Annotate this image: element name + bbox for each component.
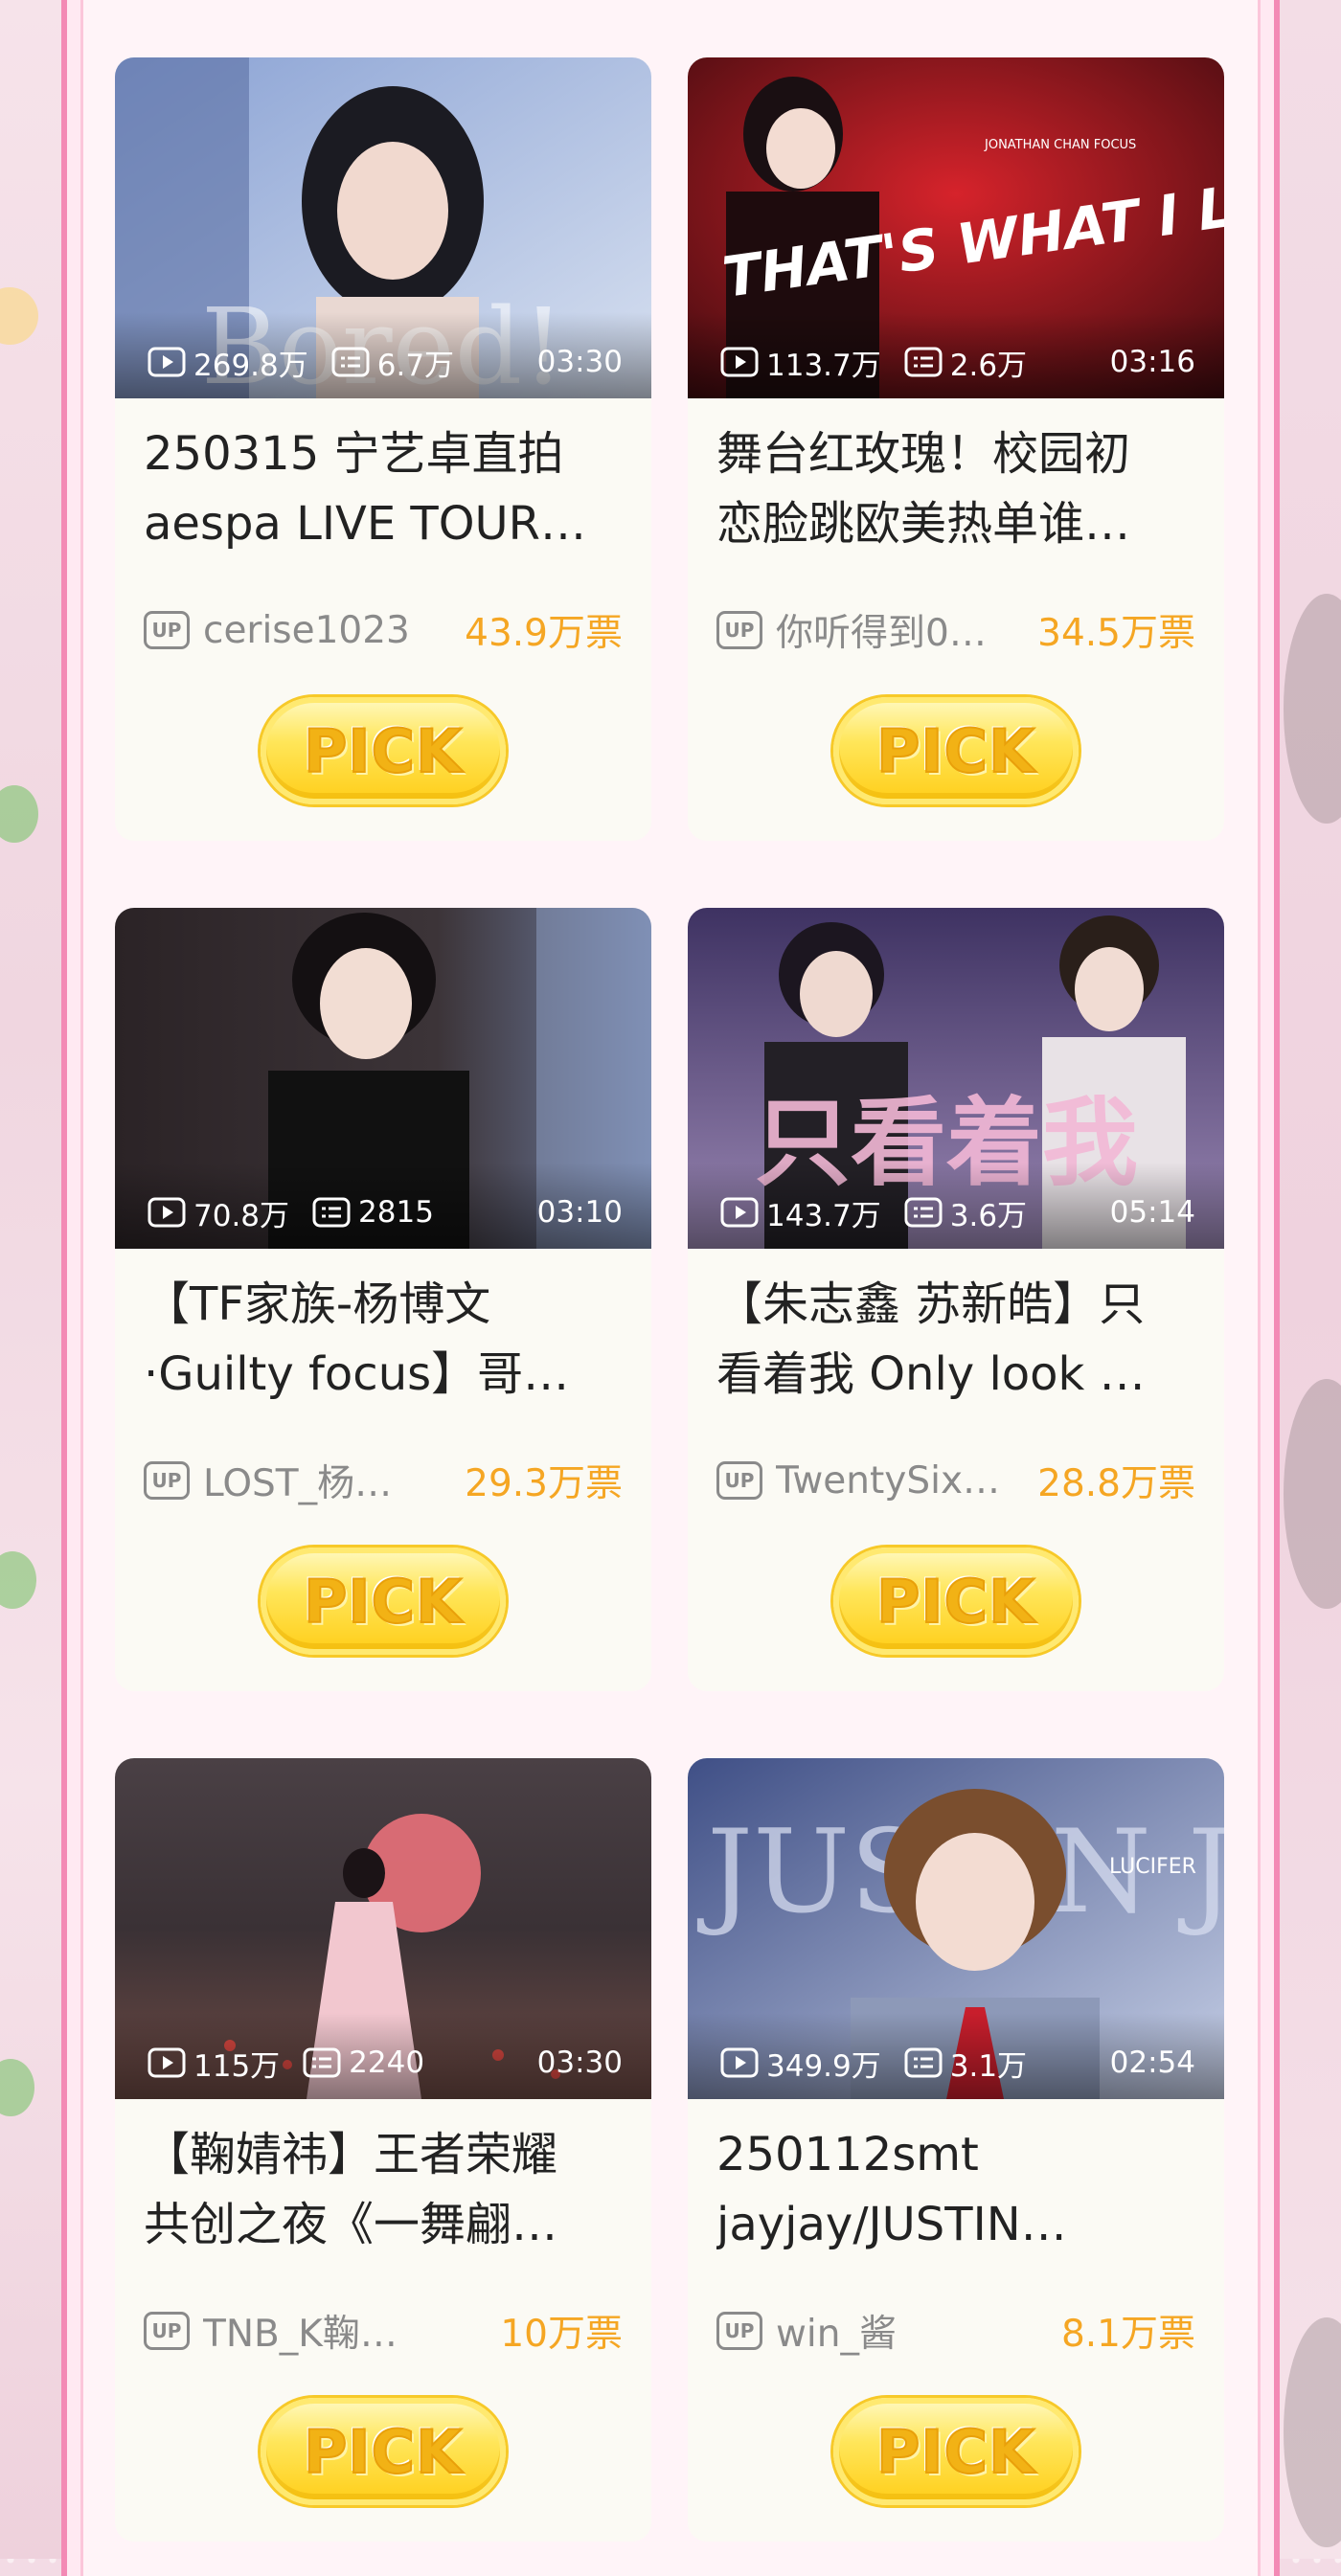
video-card[interactable]: 只看着我 143.7万 3.6万 05:14 【朱志鑫 苏新皓】只 看着我 On… bbox=[688, 908, 1224, 1691]
danmaku-icon bbox=[303, 2047, 341, 2078]
danmaku-icon bbox=[904, 1197, 943, 1228]
play-icon bbox=[148, 2047, 186, 2078]
up-badge-icon: UP bbox=[716, 1461, 762, 1500]
video-card[interactable]: 115万 2240 03:30 【鞠婧祎】王者荣耀 共创之夜《一舞翩… UP T… bbox=[115, 1758, 651, 2542]
danmaku-icon bbox=[312, 1197, 351, 1228]
comment-count: 3.1万 bbox=[904, 2042, 1027, 2085]
up-badge-icon: UP bbox=[144, 611, 190, 649]
video-duration: 05:14 bbox=[1109, 1195, 1195, 1230]
vote-count: 28.8万票 bbox=[1037, 1462, 1195, 1505]
uploader-name[interactable]: TwentySix… bbox=[776, 1459, 1024, 1503]
video-stats: 349.9万 3.1万 02:54 bbox=[720, 2042, 1195, 2085]
video-title[interactable]: 舞台红玫瑰！校园初 恋脸跳欧美热单谁… bbox=[716, 419, 1195, 559]
video-meta: UP win_酱 8.1万票 bbox=[716, 2302, 1195, 2360]
right-decoration bbox=[1274, 0, 1341, 2559]
uploader-name[interactable]: cerise1023 bbox=[203, 609, 451, 652]
video-title[interactable]: 【朱志鑫 苏新皓】只 看着我 Only look … bbox=[716, 1270, 1195, 1410]
view-count: 70.8万 bbox=[148, 1191, 289, 1234]
video-duration: 03:10 bbox=[536, 1195, 623, 1230]
comment-count: 3.6万 bbox=[904, 1191, 1027, 1234]
video-thumbnail[interactable]: 70.8万 2815 03:10 bbox=[115, 908, 651, 1249]
video-meta: UP 你听得到0… 34.5万票 bbox=[716, 601, 1195, 659]
thumbnail-subcaption: JONATHAN CHAN FOCUS bbox=[984, 138, 1136, 152]
comment-count: 2240 bbox=[303, 2045, 424, 2080]
danmaku-icon bbox=[331, 347, 370, 377]
comment-count: 6.7万 bbox=[331, 341, 454, 384]
video-title[interactable]: 【TF家族-杨博文 ·Guilty focus】哥… bbox=[144, 1270, 623, 1410]
play-icon bbox=[148, 1197, 186, 1228]
thumbnail-subcaption: LUCIFER bbox=[1109, 1855, 1196, 1879]
vote-count: 43.9万票 bbox=[465, 612, 623, 655]
view-count: 269.8万 bbox=[148, 341, 308, 384]
view-count: 349.9万 bbox=[720, 2042, 881, 2085]
video-duration: 02:54 bbox=[1109, 2045, 1195, 2080]
up-badge-icon: UP bbox=[716, 611, 762, 649]
pick-button[interactable]: PICK bbox=[833, 2398, 1079, 2505]
video-stats: 70.8万 2815 03:10 bbox=[148, 1191, 623, 1234]
vote-count: 8.1万票 bbox=[1060, 2313, 1195, 2356]
play-icon bbox=[720, 347, 759, 377]
video-stats: 113.7万 2.6万 03:16 bbox=[720, 341, 1195, 384]
danmaku-icon bbox=[904, 347, 943, 377]
video-stats: 143.7万 3.6万 05:14 bbox=[720, 1191, 1195, 1234]
pick-button[interactable]: PICK bbox=[261, 2398, 506, 2505]
pick-button[interactable]: PICK bbox=[833, 1548, 1079, 1655]
video-title[interactable]: 【鞠婧祎】王者荣耀 共创之夜《一舞翩… bbox=[144, 2120, 623, 2260]
view-count: 113.7万 bbox=[720, 341, 881, 384]
video-stats: 269.8万 6.7万 03:30 bbox=[148, 341, 623, 384]
up-badge-icon: UP bbox=[144, 1461, 190, 1500]
video-duration: 03:30 bbox=[536, 345, 623, 379]
pick-button[interactable]: PICK bbox=[833, 697, 1079, 804]
video-thumbnail[interactable]: Bored! 269.8万 6.7万 03:30 bbox=[115, 57, 651, 398]
vote-count: 34.5万票 bbox=[1037, 612, 1195, 655]
video-duration: 03:16 bbox=[1109, 345, 1195, 379]
video-title[interactable]: 250112smt jayjay/JUSTIN… bbox=[716, 2120, 1195, 2260]
uploader-name[interactable]: win_酱 bbox=[776, 2304, 1048, 2358]
video-card[interactable]: Bored! 269.8万 6.7万 03:30 250315 宁艺卓直拍 ae… bbox=[115, 57, 651, 841]
video-meta: UP LOST_杨… 29.3万票 bbox=[144, 1452, 623, 1509]
danmaku-icon bbox=[904, 2047, 943, 2078]
view-count: 115万 bbox=[148, 2042, 280, 2085]
video-stats: 115万 2240 03:30 bbox=[148, 2042, 623, 2085]
video-card[interactable]: JUSTIN JAY LUCIFER 349.9万 3.1万 02:54 250… bbox=[688, 1758, 1224, 2542]
play-icon bbox=[720, 2047, 759, 2078]
play-icon bbox=[148, 347, 186, 377]
video-thumbnail[interactable]: 只看着我 143.7万 3.6万 05:14 bbox=[688, 908, 1224, 1249]
uploader-name[interactable]: LOST_杨… bbox=[203, 1454, 451, 1507]
play-icon bbox=[720, 1197, 759, 1228]
comment-count: 2.6万 bbox=[904, 341, 1027, 384]
video-meta: UP TNB_K鞠… 10万票 bbox=[144, 2302, 623, 2360]
video-thumbnail[interactable]: JONATHAN CHAN FOCUS THAT'S WHAT I LIKE 1… bbox=[688, 57, 1224, 398]
video-card[interactable]: 70.8万 2815 03:10 【TF家族-杨博文 ·Guilty focus… bbox=[115, 908, 651, 1691]
uploader-name[interactable]: 你听得到0… bbox=[776, 603, 1024, 657]
left-decoration bbox=[0, 0, 67, 2559]
up-badge-icon: UP bbox=[144, 2312, 190, 2350]
pick-button[interactable]: PICK bbox=[261, 1548, 506, 1655]
view-count: 143.7万 bbox=[720, 1191, 881, 1234]
video-card[interactable]: JONATHAN CHAN FOCUS THAT'S WHAT I LIKE 1… bbox=[688, 57, 1224, 841]
video-meta: UP cerise1023 43.9万票 bbox=[144, 601, 623, 659]
video-meta: UP TwentySix… 28.8万票 bbox=[716, 1452, 1195, 1509]
video-thumbnail[interactable]: 115万 2240 03:30 bbox=[115, 1758, 651, 2099]
video-title[interactable]: 250315 宁艺卓直拍 aespa LIVE TOUR… bbox=[144, 419, 623, 559]
pick-button[interactable]: PICK bbox=[261, 697, 506, 804]
video-thumbnail[interactable]: JUSTIN JAY LUCIFER 349.9万 3.1万 02:54 bbox=[688, 1758, 1224, 2099]
video-duration: 03:30 bbox=[536, 2045, 623, 2080]
comment-count: 2815 bbox=[312, 1195, 434, 1230]
up-badge-icon: UP bbox=[716, 2312, 762, 2350]
vote-count: 10万票 bbox=[500, 2313, 623, 2356]
vote-count: 29.3万票 bbox=[465, 1462, 623, 1505]
uploader-name[interactable]: TNB_K鞠… bbox=[203, 2304, 487, 2358]
